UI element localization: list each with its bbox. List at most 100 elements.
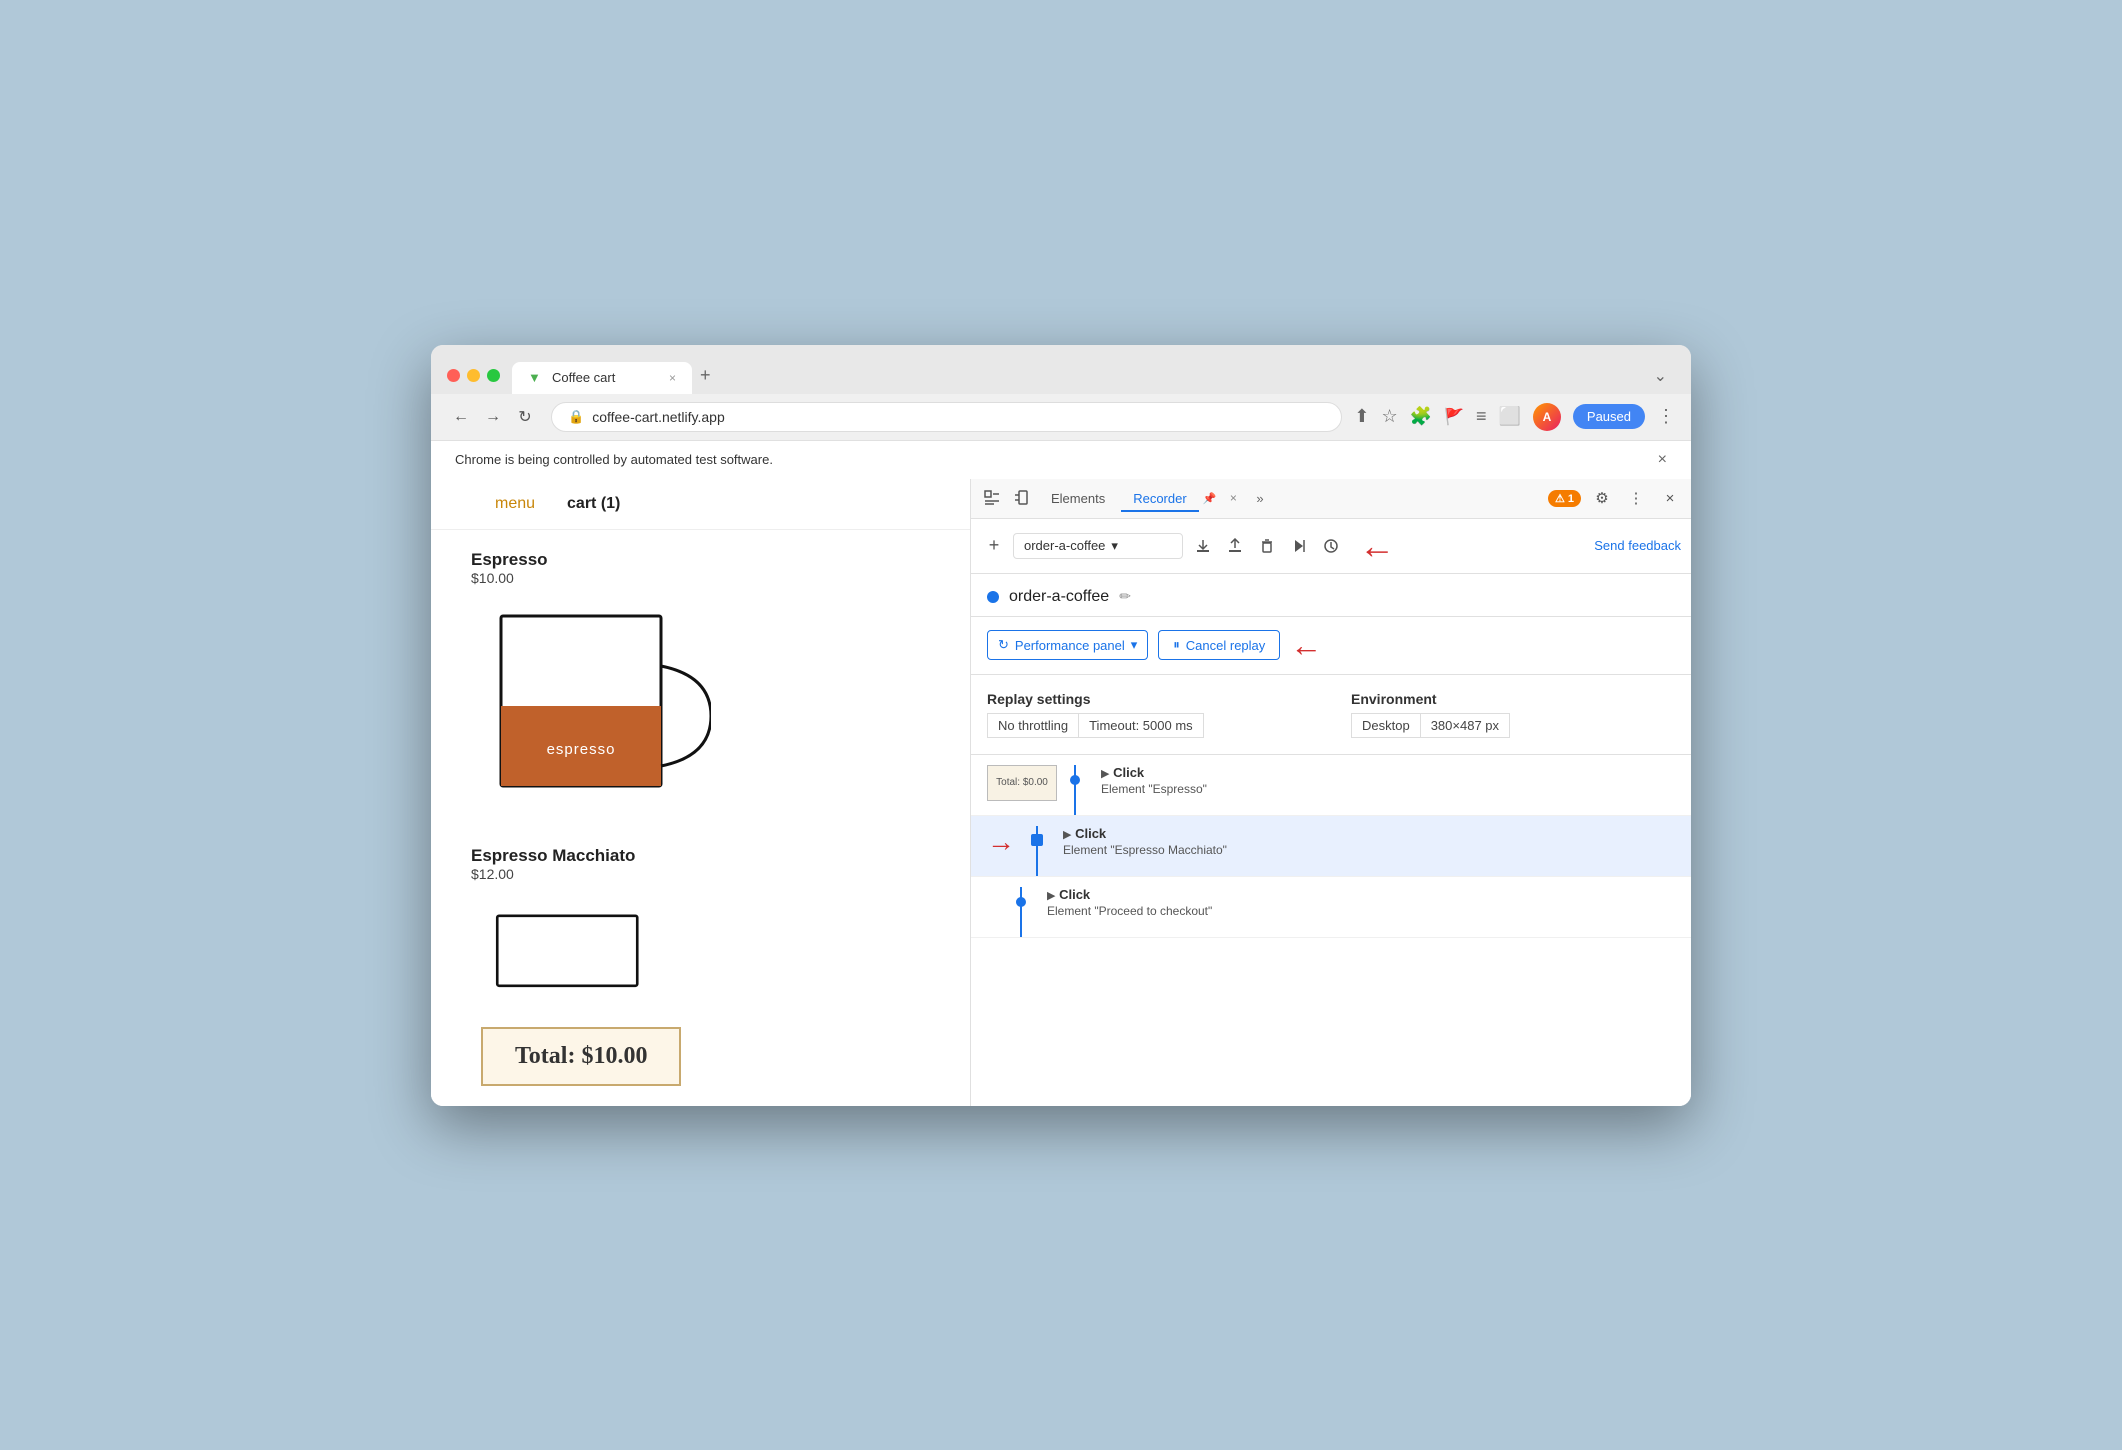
replay-settings-title: Replay settings	[987, 691, 1311, 707]
export-icon[interactable]	[1189, 532, 1217, 560]
tab-overflow-button[interactable]: ⌄	[1646, 358, 1675, 394]
tab-recorder[interactable]: Recorder	[1121, 485, 1198, 512]
perf-panel-refresh-icon: ↻	[998, 637, 1009, 653]
browser-toolbar-icons: ⬆ ☆ 🧩 🚩 ≡ ⬜ A Paused ⋮	[1354, 403, 1675, 431]
bookmark-icon[interactable]: ☆	[1381, 406, 1397, 427]
products-list: Espresso $10.00 espresso	[431, 530, 970, 1106]
cancel-replay-button[interactable]: ⏸ Cancel replay	[1158, 630, 1280, 660]
title-bar: ▼ Coffee cart × + ⌄	[431, 345, 1691, 394]
minimize-button[interactable]	[467, 369, 480, 382]
recorder-tab-close-icon[interactable]: ×	[1220, 485, 1246, 511]
add-recording-button[interactable]: +	[981, 533, 1007, 559]
environment-title: Environment	[1351, 691, 1675, 707]
step-expand-3[interactable]: ▶	[1047, 890, 1055, 902]
send-feedback-link[interactable]: Send feedback	[1594, 538, 1681, 553]
chrome-menu-icon[interactable]: ⋮	[1657, 406, 1675, 427]
replay-settings-group: Replay settings No throttling Timeout: 5…	[987, 691, 1311, 738]
menu-nav-link[interactable]: menu	[495, 495, 535, 513]
recorder-toolbar: + order-a-coffee ▾	[971, 519, 1691, 574]
reload-button[interactable]: ↻	[511, 403, 539, 431]
back-button[interactable]: ←	[447, 403, 475, 431]
nav-buttons: ← → ↻	[447, 403, 539, 431]
share-icon[interactable]: ⬆	[1354, 406, 1369, 427]
red-arrow-toolbar: ←	[1359, 525, 1395, 567]
devtools-panel: Elements Recorder 📌 × » ⚠ 1 ⚙ ⋮ × +	[971, 479, 1691, 1106]
red-arrow-step: →	[987, 826, 1019, 858]
import-svg	[1227, 538, 1243, 554]
recording-select[interactable]: order-a-coffee ▾	[1013, 533, 1183, 559]
settings-icon[interactable]: ⚙	[1589, 485, 1615, 511]
profile-avatar[interactable]: A	[1533, 403, 1561, 431]
replay-icon[interactable]	[1285, 532, 1313, 560]
devtools-right-icons: ⚠ 1 ⚙ ⋮ ×	[1548, 485, 1683, 511]
delete-svg	[1259, 538, 1275, 554]
perf-panel-chevron-icon: ▾	[1131, 637, 1138, 653]
badge-count: 1	[1568, 493, 1574, 505]
timeout-value[interactable]: Timeout: 5000 ms	[1079, 713, 1204, 738]
active-tab[interactable]: ▼ Coffee cart ×	[512, 362, 692, 394]
devtools-tab-bar: Elements Recorder 📌 × » ⚠ 1 ⚙ ⋮ ×	[971, 479, 1691, 519]
slowmo-icon[interactable]	[1317, 532, 1345, 560]
inspector-svg	[984, 490, 1000, 506]
new-tab-button[interactable]: +	[692, 357, 719, 394]
more-tabs-icon[interactable]: »	[1250, 487, 1269, 510]
step-expand-2[interactable]: ▶	[1063, 829, 1071, 841]
recording-dot	[987, 591, 999, 603]
step-item-3[interactable]: ▶ Click Element "Proceed to checkout"	[971, 877, 1691, 938]
badge-icon: ⚠	[1555, 493, 1565, 505]
recorder-action-icons	[1189, 532, 1345, 560]
extensions-icon[interactable]: 🧩	[1410, 406, 1432, 427]
import-icon[interactable]	[1221, 532, 1249, 560]
inspector-icon[interactable]	[979, 485, 1005, 511]
red-arrow-cancel: ←	[1290, 627, 1322, 664]
delete-icon[interactable]	[1253, 532, 1281, 560]
step-content-2: ▶ Click Element "Espresso Macchiato"	[1055, 826, 1675, 857]
replay-settings-values: No throttling Timeout: 5000 ms	[987, 713, 1311, 738]
environment-group: Environment Desktop 380×487 px	[1351, 691, 1675, 738]
tab-close-icon[interactable]: ×	[669, 371, 676, 385]
viewport-value[interactable]: 380×487 px	[1421, 713, 1510, 738]
macchiato-price: $12.00	[471, 866, 930, 882]
tab-elements[interactable]: Elements	[1039, 485, 1117, 512]
step-item-2[interactable]: → ▶ Click Element "Espresso Macchiato"	[971, 816, 1691, 877]
notification-text: Chrome is being controlled by automated …	[455, 452, 773, 467]
espresso-cup[interactable]: espresso	[471, 596, 711, 826]
cart-nav-link[interactable]: cart (1)	[567, 495, 620, 513]
devtools-flag-icon[interactable]: 🚩	[1444, 407, 1464, 427]
devtools-more-icon[interactable]: ⋮	[1623, 485, 1649, 511]
step-item-1[interactable]: Total: $0.00 ▶ Click Element "Espresso"	[971, 755, 1691, 816]
close-button[interactable]	[447, 369, 460, 382]
paused-button[interactable]: Paused	[1573, 404, 1645, 429]
timeline-line-3	[1020, 887, 1022, 937]
step-action-1: Click	[1113, 765, 1144, 780]
step-expand-1[interactable]: ▶	[1101, 768, 1109, 780]
reading-mode-icon[interactable]: ≡	[1476, 406, 1487, 427]
desktop-value[interactable]: Desktop	[1351, 713, 1421, 738]
device-toolbar-icon[interactable]	[1009, 485, 1035, 511]
address-bar: ← → ↻ 🔒 coffee-cart.netlify.app ⬆ ☆ 🧩 🚩 …	[431, 394, 1691, 440]
perf-panel-label: Performance panel	[1015, 638, 1125, 653]
no-throttling-value[interactable]: No throttling	[987, 713, 1079, 738]
maximize-button[interactable]	[487, 369, 500, 382]
timeline-line-1	[1074, 765, 1076, 815]
recorder-pin-icon[interactable]: 📌	[1203, 492, 1217, 505]
step-timeline-1	[1067, 765, 1083, 805]
step-detail-3: Element "Proceed to checkout"	[1047, 904, 1675, 918]
step-thumbnail-1: Total: $0.00	[987, 765, 1057, 801]
svg-text:espresso: espresso	[547, 741, 616, 758]
recording-select-value: order-a-coffee	[1024, 538, 1105, 553]
edit-recording-icon[interactable]: ✏	[1119, 588, 1131, 605]
step-dot-2-square	[1031, 834, 1043, 846]
notification-badge: ⚠ 1	[1548, 490, 1581, 507]
notification-close-icon[interactable]: ×	[1658, 451, 1667, 469]
recording-name-label: order-a-coffee	[1009, 588, 1109, 606]
forward-button[interactable]: →	[479, 403, 507, 431]
step-detail-1: Element "Espresso"	[1101, 782, 1675, 796]
split-view-icon[interactable]: ⬜	[1498, 406, 1520, 427]
total-label: Total: $10.00	[515, 1043, 647, 1069]
performance-panel-select[interactable]: ↻ Performance panel ▾	[987, 630, 1148, 660]
url-bar[interactable]: 🔒 coffee-cart.netlify.app	[551, 402, 1342, 432]
page-navigation: menu cart (1)	[431, 479, 970, 530]
devtools-close-icon[interactable]: ×	[1657, 485, 1683, 511]
cancel-replay-pause-icon: ⏸	[1173, 637, 1180, 653]
